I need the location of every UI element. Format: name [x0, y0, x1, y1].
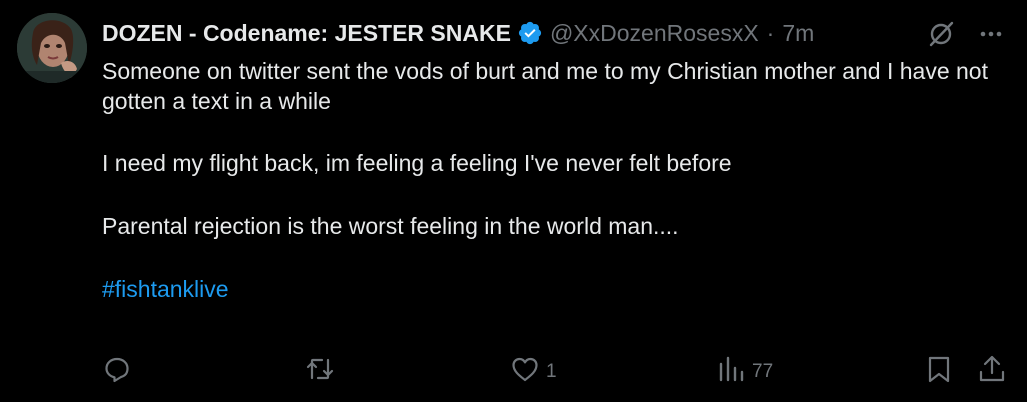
avatar[interactable]: [17, 13, 87, 83]
reply-icon: [102, 354, 132, 390]
user-handle[interactable]: @XxDozenRosesxX: [550, 20, 759, 47]
reply-button[interactable]: [102, 354, 132, 390]
grok-icon[interactable]: [925, 18, 957, 50]
tweet-header: DOZEN - Codename: JESTER SNAKE @XxDozenR…: [102, 14, 1002, 52]
views-chart-icon: [716, 354, 746, 390]
bookmark-button[interactable]: [924, 354, 954, 390]
verified-badge-icon[interactable]: [517, 20, 543, 46]
tweet-action-bar: 1 77: [100, 354, 1010, 390]
tweet-text: Someone on twitter sent the vods of burt…: [102, 56, 1002, 304]
tweet-paragraph: Someone on twitter sent the vods of burt…: [102, 58, 988, 114]
share-button[interactable]: [977, 354, 1007, 390]
retweet-button[interactable]: [305, 354, 335, 390]
tweet-timestamp[interactable]: 7m: [782, 20, 814, 47]
retweet-icon: [305, 354, 335, 390]
bookmark-icon: [924, 354, 954, 390]
views-count: 77: [752, 361, 774, 382]
heart-icon: [510, 354, 540, 390]
tweet-content: DOZEN - Codename: JESTER SNAKE @XxDozenR…: [102, 14, 1002, 304]
like-count: 1: [546, 361, 557, 382]
like-button[interactable]: 1: [510, 354, 557, 390]
tweet-paragraph: I need my flight back, im feeling a feel…: [102, 150, 732, 176]
display-name[interactable]: DOZEN - Codename: JESTER SNAKE: [102, 20, 511, 47]
tweet-paragraph: Parental rejection is the worst feeling …: [102, 213, 679, 239]
more-dots-icon[interactable]: [975, 18, 1007, 50]
hashtag-link[interactable]: #fishtanklive: [102, 276, 229, 302]
share-icon: [977, 354, 1007, 390]
tweet-top-actions: [925, 18, 1007, 50]
separator-dot: ·: [766, 19, 775, 46]
views-button[interactable]: 77: [716, 354, 773, 390]
